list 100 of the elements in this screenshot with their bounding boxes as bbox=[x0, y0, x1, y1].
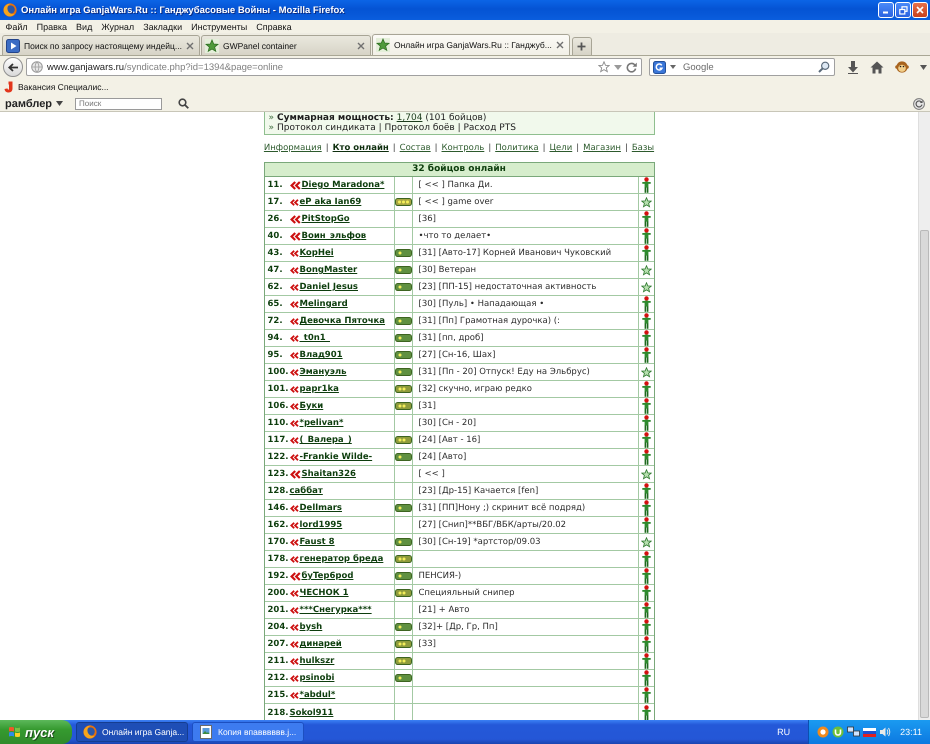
fighter-link[interactable]: (_Валера_) bbox=[300, 435, 352, 445]
status-text: [24] [Авт - 16] bbox=[418, 435, 480, 445]
search-icon[interactable] bbox=[818, 61, 830, 73]
separator-text: | bbox=[542, 143, 546, 154]
browser-tab[interactable]: GWPanel container bbox=[200, 35, 371, 55]
fighter-link[interactable]: бyTep6pod bbox=[302, 571, 354, 581]
restore-button[interactable] bbox=[895, 2, 911, 18]
fighter-link[interactable]: Воин_эльфов bbox=[302, 231, 366, 241]
close-button[interactable] bbox=[912, 2, 928, 18]
fighter-link[interactable]: Dellmars bbox=[300, 503, 342, 513]
fighter-link[interactable]: eP aka Ian69 bbox=[300, 197, 362, 207]
fighter-link[interactable]: Faust 8 bbox=[300, 537, 335, 547]
menu-item[interactable]: Файл bbox=[1, 22, 32, 32]
taskbar-task[interactable]: Онлайн игра Ganja... bbox=[76, 722, 188, 742]
section-link[interactable]: Контроль bbox=[442, 143, 484, 154]
fighter-link[interactable]: саббат bbox=[290, 486, 323, 496]
firefox-icon bbox=[3, 3, 17, 17]
rambler-search-field[interactable]: Поиск bbox=[75, 98, 162, 110]
language-indicator[interactable]: RU bbox=[777, 727, 790, 737]
fighter-link[interactable]: BongMaster bbox=[300, 265, 358, 275]
fighter-link[interactable]: Diego Maradona* bbox=[302, 180, 384, 190]
fighter-link[interactable]: PitStopGo bbox=[302, 214, 350, 224]
status-text: [23] [Др-15] Качается [fen] bbox=[418, 486, 538, 496]
browser-tab[interactable]: Онлайн игра GanjaWars.Ru :: Ганджуб... bbox=[372, 34, 570, 55]
fighter-link[interactable]: KopHei bbox=[300, 248, 334, 258]
dropdown-caret-icon[interactable] bbox=[920, 64, 927, 70]
fighter-link[interactable]: Буки bbox=[300, 401, 324, 411]
browser-tab[interactable]: Поиск по запросу настоящему индейц... bbox=[2, 35, 200, 55]
close-icon[interactable] bbox=[356, 42, 365, 50]
network-icon[interactable] bbox=[847, 726, 860, 738]
fighter-link[interactable]: Melingard bbox=[300, 299, 348, 309]
fighter-link[interactable]: *pelivan* bbox=[300, 418, 344, 428]
minimize-button[interactable] bbox=[878, 2, 894, 18]
search-icon[interactable] bbox=[178, 98, 190, 109]
fighter-link[interactable]: Эмануэль bbox=[300, 367, 346, 377]
search-bar[interactable]: Google bbox=[649, 58, 835, 76]
fighter-link[interactable]: Влад901 bbox=[300, 350, 343, 360]
menu-item[interactable]: Журнал bbox=[96, 22, 139, 32]
menu-item[interactable]: Закладки bbox=[138, 22, 187, 32]
menu-item[interactable]: Справка bbox=[252, 22, 296, 32]
menu-item[interactable]: Инструменты bbox=[186, 22, 252, 32]
fighter-link[interactable]: lord1995 bbox=[300, 520, 342, 530]
fighter-link[interactable]: ЧЕСНОК 1 bbox=[300, 588, 349, 598]
speaker-icon[interactable] bbox=[879, 726, 892, 738]
fighter-link[interactable]: bysh bbox=[300, 622, 322, 632]
dropdown-caret-icon[interactable] bbox=[56, 101, 64, 106]
refresh-circle-icon[interactable] bbox=[913, 98, 925, 110]
fighter-link[interactable]: Shaitan326 bbox=[302, 469, 356, 479]
fighter-link[interactable]: Sokol911 bbox=[290, 708, 334, 718]
monkey-icon[interactable] bbox=[895, 60, 909, 74]
ring-icon[interactable] bbox=[817, 726, 830, 738]
torrent-icon[interactable] bbox=[832, 726, 844, 738]
j-logo-icon bbox=[4, 81, 13, 93]
fighter-link[interactable]: динарей bbox=[300, 639, 342, 649]
menu-item[interactable]: Правка bbox=[32, 22, 72, 32]
fighter-number: 95. bbox=[266, 350, 284, 360]
back-button[interactable] bbox=[3, 57, 23, 77]
fighter-link[interactable]: *abdul* bbox=[300, 690, 336, 700]
scrollbar-thumb[interactable] bbox=[920, 230, 929, 718]
bookmark-link[interactable]: Вакансия Специалис... bbox=[18, 82, 109, 92]
section-link[interactable]: Цели bbox=[549, 143, 572, 154]
tab-label: GWPanel container bbox=[222, 40, 298, 50]
reload-icon[interactable] bbox=[626, 62, 637, 72]
fighter-number: 215. bbox=[266, 690, 290, 700]
fighter-link[interactable]: -Frankie Wilde- bbox=[300, 452, 372, 462]
download-icon[interactable] bbox=[847, 60, 859, 74]
fighter-link[interactable]: Daniel Jesus bbox=[300, 282, 358, 292]
bookmark-star-icon[interactable] bbox=[598, 61, 610, 73]
task-label: Онлайн игра Ganja... bbox=[102, 727, 184, 737]
fighter-number: 110. bbox=[266, 418, 290, 428]
flag-icon[interactable] bbox=[863, 728, 876, 736]
search-field[interactable]: Google bbox=[679, 60, 815, 74]
section-link[interactable]: Кто онлайн bbox=[332, 143, 389, 154]
menu-item[interactable]: Вид bbox=[72, 22, 97, 32]
start-button[interactable]: пуск bbox=[0, 720, 72, 744]
section-link[interactable]: Базы bbox=[632, 143, 654, 154]
fighter-link[interactable]: Девочка Пяточка bbox=[300, 316, 386, 326]
rambler-logo[interactable]: рамблер bbox=[5, 98, 52, 110]
home-icon[interactable] bbox=[870, 60, 884, 74]
dropdown-caret-icon[interactable] bbox=[670, 65, 676, 69]
fighter-link[interactable]: papr1ka bbox=[300, 384, 339, 394]
new-tab-button[interactable] bbox=[572, 37, 592, 55]
section-link[interactable]: Информация bbox=[264, 143, 322, 154]
fighter-link[interactable]: _t0n1_ bbox=[300, 333, 330, 343]
section-link[interactable]: Магазин bbox=[583, 143, 621, 154]
fighter-link[interactable]: генератор бреда bbox=[300, 554, 384, 564]
status-text: [23] [ПП-15] недостаточная активность bbox=[418, 282, 596, 292]
scrollbar[interactable] bbox=[918, 112, 930, 720]
section-link[interactable]: Состав bbox=[400, 143, 431, 154]
taskbar-task[interactable]: Копия впавввввв.j... bbox=[192, 722, 304, 742]
power-link[interactable]: 1,704 bbox=[396, 113, 422, 123]
address-field[interactable]: www.ganjawars.ru/syndicate.php?id=1394&page=online bbox=[26, 58, 642, 76]
fighter-link[interactable]: hulkszr bbox=[300, 656, 334, 666]
status-text: [30] [Сн - 20] bbox=[418, 418, 476, 428]
fighter-link[interactable]: psinobi bbox=[300, 673, 334, 683]
fighter-number: 201. bbox=[266, 605, 290, 615]
section-link[interactable]: Политика bbox=[495, 143, 539, 154]
close-icon[interactable] bbox=[186, 42, 194, 50]
fighter-link[interactable]: ***Снегурка*** bbox=[300, 605, 372, 615]
close-icon[interactable] bbox=[556, 41, 564, 49]
